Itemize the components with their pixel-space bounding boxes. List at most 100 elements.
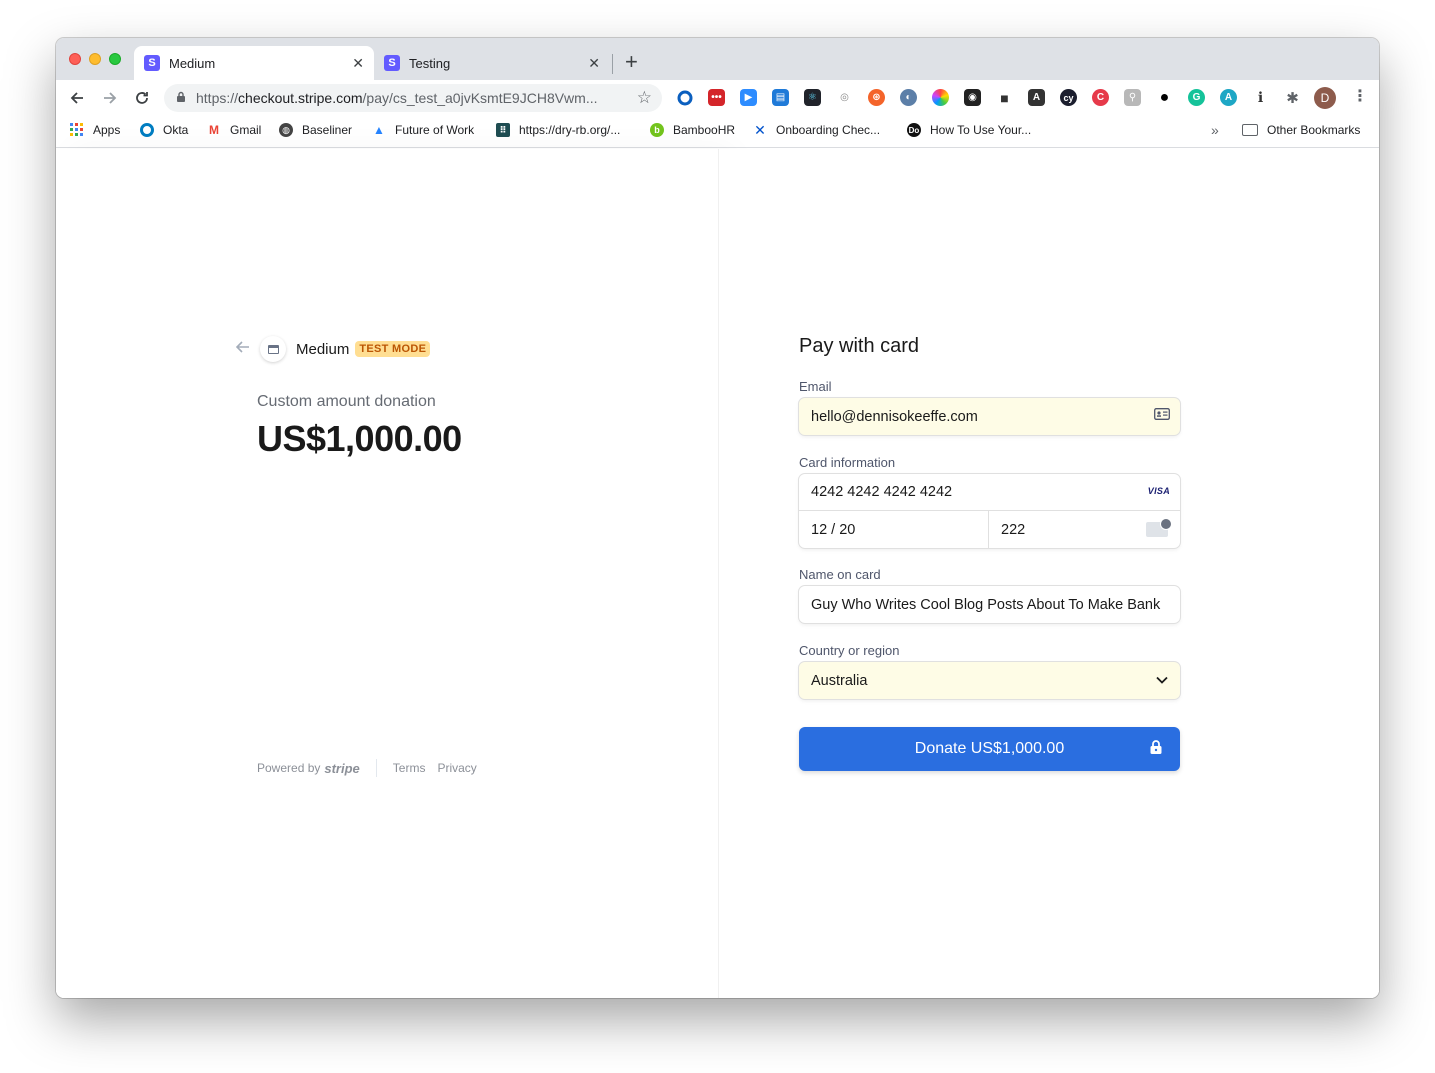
stripe-favicon-icon: S [144, 55, 160, 71]
close-window-button[interactable] [69, 53, 81, 65]
extension-color-wheel-icon[interactable] [932, 89, 949, 106]
bookmark-baseliner[interactable]: ◍ Baseliner [279, 123, 352, 137]
extension-letter-a-icon[interactable]: A [1028, 89, 1045, 106]
bookmarks-bar: Apps Okta M Gmail ◍ Baseliner ▲ Future o… [56, 116, 1379, 148]
tab-divider [612, 54, 613, 74]
bookmark-dry-rb[interactable]: ⠿ https://dry-rb.org/... [496, 123, 620, 137]
back-button[interactable] [65, 86, 89, 110]
extension-gray-icon[interactable]: ⚲ [1124, 89, 1141, 106]
reload-icon [136, 92, 148, 104]
minimize-window-button[interactable] [89, 53, 101, 65]
extension-orange-icon[interactable]: ⊛ [868, 89, 885, 106]
terms-link[interactable]: Terms [393, 761, 426, 775]
tab-medium[interactable]: S Medium ✕ [134, 46, 374, 80]
country-label: Country or region [799, 643, 900, 658]
country-select[interactable]: Australia [799, 662, 1180, 699]
extension-zoom-icon[interactable]: ▶ [740, 89, 757, 106]
extension-lastpass-icon[interactable]: ••• [708, 89, 725, 106]
extension-aa-icon[interactable]: A [1220, 89, 1237, 106]
extension-window-icon[interactable]: ▤ [772, 89, 789, 106]
close-tab-icon[interactable]: ✕ [588, 55, 600, 72]
url-prefix: https:// [196, 90, 239, 106]
donate-button-label: Donate US$1,000.00 [914, 740, 1065, 757]
bookmark-how-to[interactable]: Do How To Use Your... [907, 123, 1031, 137]
email-field[interactable]: hello@dennisokeeffe.com [799, 398, 1180, 435]
chevron-down-icon [1156, 671, 1168, 687]
email-value: hello@dennisokeeffe.com [811, 408, 978, 425]
apps-grid-icon [70, 123, 84, 137]
extension-lens-icon[interactable]: ◎ [836, 89, 853, 106]
card-info-label: Card information [799, 455, 896, 470]
card-information-group: 4242 4242 4242 4242 VISA 12 / 20 222 [799, 474, 1180, 548]
gmail-icon: M [207, 123, 221, 137]
lock-icon [1150, 740, 1162, 754]
profile-avatar[interactable]: D [1314, 87, 1336, 109]
globe-icon: ◍ [279, 123, 293, 137]
bamboohr-icon: b [650, 123, 664, 137]
powered-by-text: Powered by [257, 761, 321, 775]
bookmark-star-icon[interactable]: ☆ [637, 88, 652, 108]
extension-video-icon[interactable]: ■ [996, 89, 1013, 106]
bookmark-future-of-work[interactable]: ▲ Future of Work [372, 123, 474, 137]
privacy-link[interactable]: Privacy [437, 761, 476, 775]
back-arrow-icon[interactable] [235, 340, 250, 358]
bookmark-label: Okta [163, 123, 189, 137]
payment-form-panel: Pay with card Email hello@dennisokeeffe.… [718, 149, 1379, 998]
url-host: checkout.stripe.com [238, 90, 363, 106]
forward-button[interactable] [98, 86, 122, 110]
merchant-name: Medium [296, 340, 350, 358]
card-number-field[interactable]: 4242 4242 4242 4242 VISA [799, 474, 1180, 511]
extension-grammarly-icon[interactable]: G [1188, 89, 1205, 106]
bookmark-label: How To Use Your... [930, 123, 1032, 137]
checkout-page: Medium TEST MODE Custom amount donation … [56, 149, 1379, 998]
bookmark-okta[interactable]: Okta [140, 123, 188, 137]
extension-camera-icon[interactable]: ◉ [964, 89, 981, 106]
bookmark-label: Gmail [230, 123, 262, 137]
tab-title: Medium [169, 55, 216, 71]
extension-red-c-icon[interactable]: C [1092, 89, 1109, 106]
okta-icon [140, 123, 154, 137]
bookmark-gmail[interactable]: M Gmail [207, 123, 261, 137]
donate-button[interactable]: Donate US$1,000.00 [799, 727, 1180, 771]
reload-button[interactable] [130, 86, 154, 110]
expiry-field[interactable]: 12 / 20 [799, 511, 989, 548]
bookmark-apps[interactable]: Apps [70, 123, 120, 137]
more-bookmarks-chevron-icon[interactable]: » [1211, 122, 1219, 138]
bookmark-label: https://dry-rb.org/... [519, 123, 621, 137]
tab-testing[interactable]: S Testing ✕ [374, 46, 610, 80]
close-tab-icon[interactable]: ✕ [352, 55, 364, 72]
extensions-puzzle-icon[interactable]: ✱ [1284, 89, 1301, 107]
checkout-footer: Powered by stripe Terms Privacy [257, 759, 489, 777]
cvc-field[interactable]: 222 [989, 511, 1180, 548]
bookmark-onboarding[interactable]: ✕ Onboarding Chec... [753, 121, 880, 138]
extension-react-icon[interactable]: ⚛ [804, 89, 821, 106]
extension-ring-icon[interactable] [676, 89, 693, 106]
form-title: Pay with card [799, 335, 920, 357]
dry-rb-icon: ⠿ [496, 123, 510, 137]
extension-cypress-icon[interactable]: cy [1060, 89, 1077, 106]
arrow-left-icon [70, 92, 83, 104]
address-bar[interactable]: https://checkout.stripe.com/pay/cs_test_… [164, 84, 662, 112]
menu-kebab-icon[interactable]: ⋮ [1352, 87, 1368, 107]
extension-dot-icon[interactable]: ● [1156, 89, 1173, 106]
cvc-card-icon [1146, 518, 1172, 537]
extension-info-icon[interactable]: ℹ [1252, 89, 1269, 106]
expiry-value: 12 / 20 [811, 521, 856, 538]
total-amount: US$1,000.00 [257, 418, 462, 459]
footer-divider [375, 759, 377, 777]
order-summary-panel: Medium TEST MODE Custom amount donation … [56, 149, 718, 998]
stripe-logo[interactable]: stripe [324, 761, 359, 776]
maximize-window-button[interactable] [109, 53, 121, 65]
visa-icon: VISA [1147, 486, 1170, 496]
name-on-card-field[interactable]: Guy Who Writes Cool Blog Posts About To … [799, 586, 1180, 623]
extension-blue-icon[interactable]: ◐ [900, 89, 917, 106]
confluence-icon: ✕ [753, 121, 767, 138]
country-value: Australia [811, 672, 868, 689]
new-tab-button[interactable]: + [625, 50, 638, 74]
tab-title: Testing [409, 55, 451, 71]
merchant-store-icon [260, 336, 286, 362]
folder-icon [1242, 124, 1258, 136]
name-on-card-label: Name on card [799, 567, 881, 582]
bookmark-bamboohr[interactable]: b BambooHR [650, 123, 735, 137]
bookmark-other-folder[interactable]: Other Bookmarks [1242, 123, 1360, 137]
